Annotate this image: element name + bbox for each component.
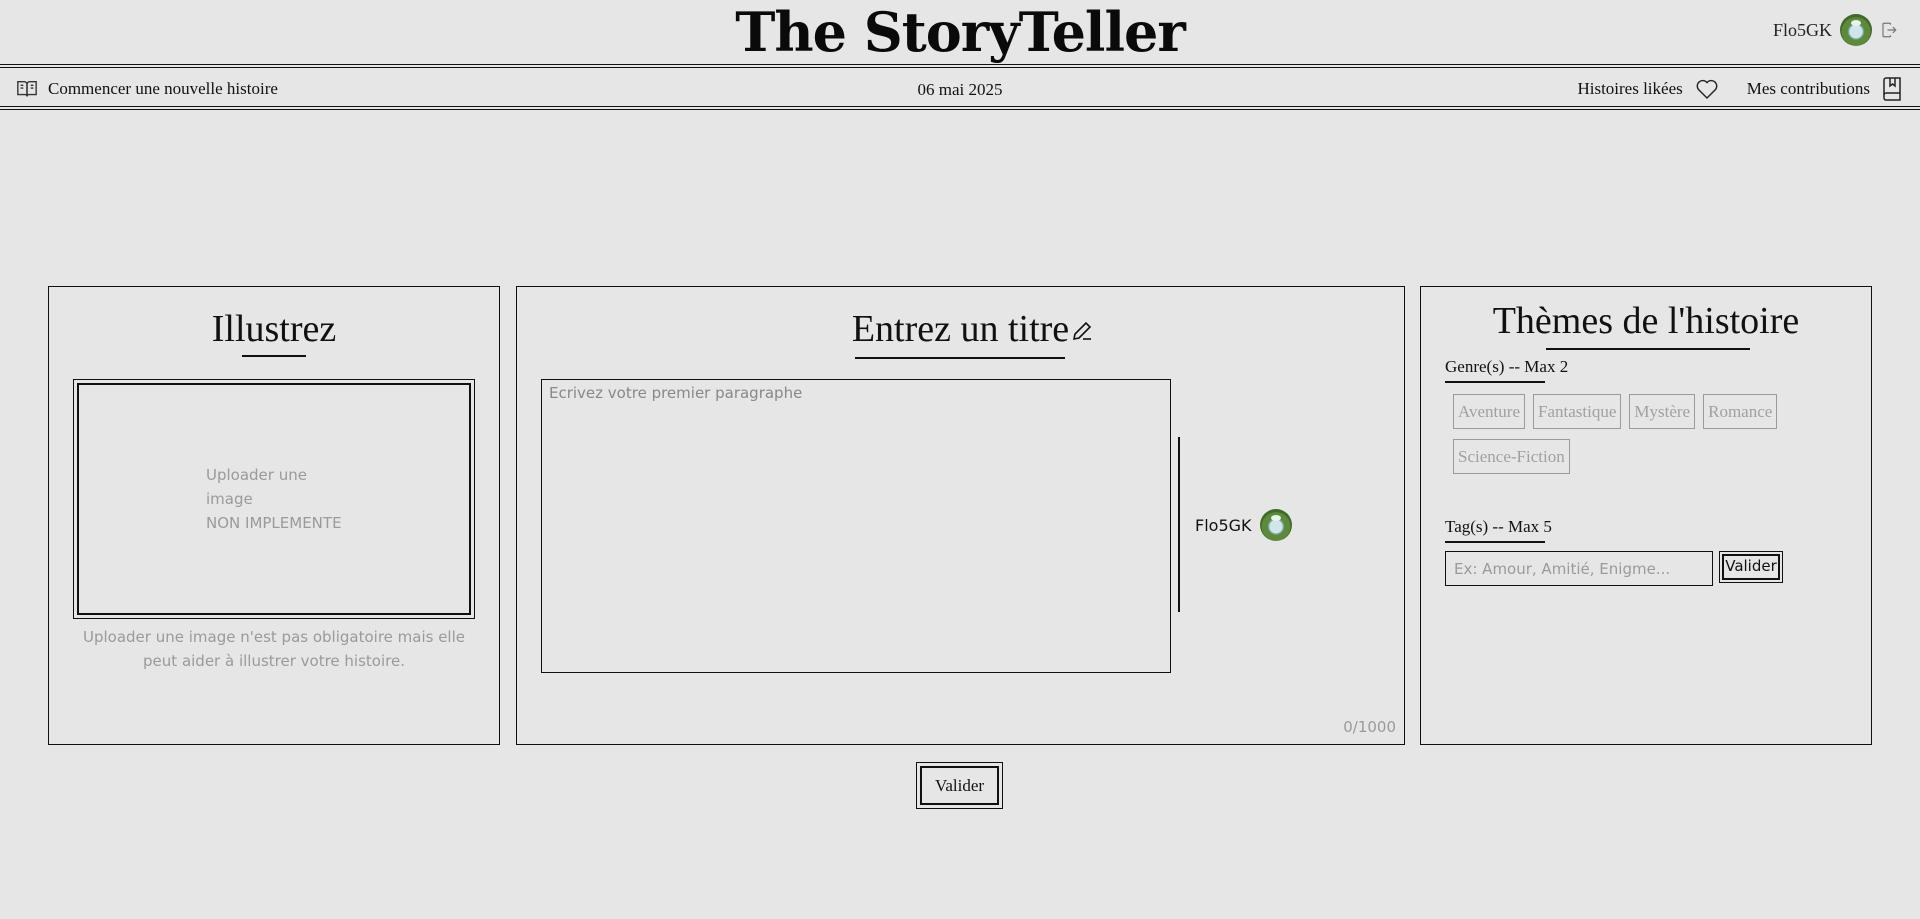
- genre-options: Aventure Fantastique Mystère Romance Sci…: [1453, 394, 1853, 474]
- user-name[interactable]: Flo5GK: [1773, 20, 1832, 41]
- title-underline: [242, 355, 306, 357]
- tag-validate-button[interactable]: Valider: [1719, 551, 1783, 583]
- tag-label: Tag(s) -- Max 5: [1445, 517, 1552, 536]
- toolbar: Commencer une nouvelle histoire 06 mai 2…: [0, 72, 1920, 110]
- author-divider: [1178, 437, 1180, 612]
- upload-line-2: NON IMPLEMENTE: [206, 514, 342, 532]
- themes-title: Thèmes de l'histoire: [1492, 300, 1800, 342]
- genre-chip-science-fiction[interactable]: Science-Fiction: [1453, 439, 1570, 474]
- themes-panel: Thèmes de l'histoire Genre(s) -- Max 2 A…: [1420, 286, 1872, 745]
- bookmark-book-icon: [1883, 77, 1901, 101]
- illustration-title: Illustrez: [211, 308, 337, 350]
- avatar-icon[interactable]: [1840, 14, 1872, 46]
- heart-icon: [1696, 79, 1718, 99]
- pencil-icon[interactable]: [1070, 319, 1094, 343]
- upload-placeholder: Uploader une image NON IMPLEMENTE: [77, 383, 471, 615]
- avatar-icon: [1259, 509, 1292, 541]
- story-title[interactable]: Entrez un titre: [517, 307, 1404, 351]
- submit-label: Valider: [920, 766, 999, 805]
- editor-panel: Entrez un titre Flo5GK 0/1000: [516, 286, 1405, 745]
- site-header: The StoryTeller Flo5GK: [0, 0, 1920, 68]
- title-underline: [855, 357, 1065, 359]
- genre-chip-aventure[interactable]: Aventure: [1453, 394, 1525, 429]
- logout-icon[interactable]: [1880, 21, 1898, 39]
- site-logo[interactable]: The StoryTeller: [0, 0, 1920, 64]
- liked-stories-label: Histoires likées: [1577, 79, 1683, 98]
- genre-chip-romance[interactable]: Romance: [1703, 394, 1778, 429]
- liked-stories-link[interactable]: Histoires likées: [1577, 78, 1718, 100]
- character-counter: 0/1000: [1343, 718, 1396, 736]
- upload-line-1: Uploader une image: [206, 466, 307, 508]
- contributions-link[interactable]: Mes contributions: [1747, 77, 1902, 101]
- tag-validate-label: Valider: [1722, 554, 1780, 580]
- genre-chip-mystere[interactable]: Mystère: [1629, 394, 1696, 429]
- upload-help-text: Uploader une image n'est pas obligatoire…: [83, 628, 465, 670]
- author-info: Flo5GK: [1195, 509, 1292, 541]
- tag-input[interactable]: [1445, 551, 1713, 586]
- user-menu: Flo5GK: [1773, 14, 1898, 46]
- genre-label: Genre(s) -- Max 2: [1445, 357, 1569, 376]
- author-name: Flo5GK: [1195, 515, 1252, 535]
- image-upload-area[interactable]: Uploader une image NON IMPLEMENTE: [73, 379, 475, 619]
- label-underline: [1445, 541, 1545, 543]
- genre-chip-fantastique[interactable]: Fantastique: [1533, 394, 1622, 429]
- first-paragraph-input[interactable]: [541, 379, 1171, 673]
- submit-button[interactable]: Valider: [916, 762, 1003, 809]
- illustration-panel: Illustrez Uploader une image NON IMPLEME…: [48, 286, 500, 745]
- contributions-label: Mes contributions: [1746, 79, 1870, 98]
- title-underline: [1546, 348, 1750, 350]
- toolbar-links: Histoires likées Mes contributions: [1577, 77, 1902, 101]
- label-underline: [1445, 381, 1545, 383]
